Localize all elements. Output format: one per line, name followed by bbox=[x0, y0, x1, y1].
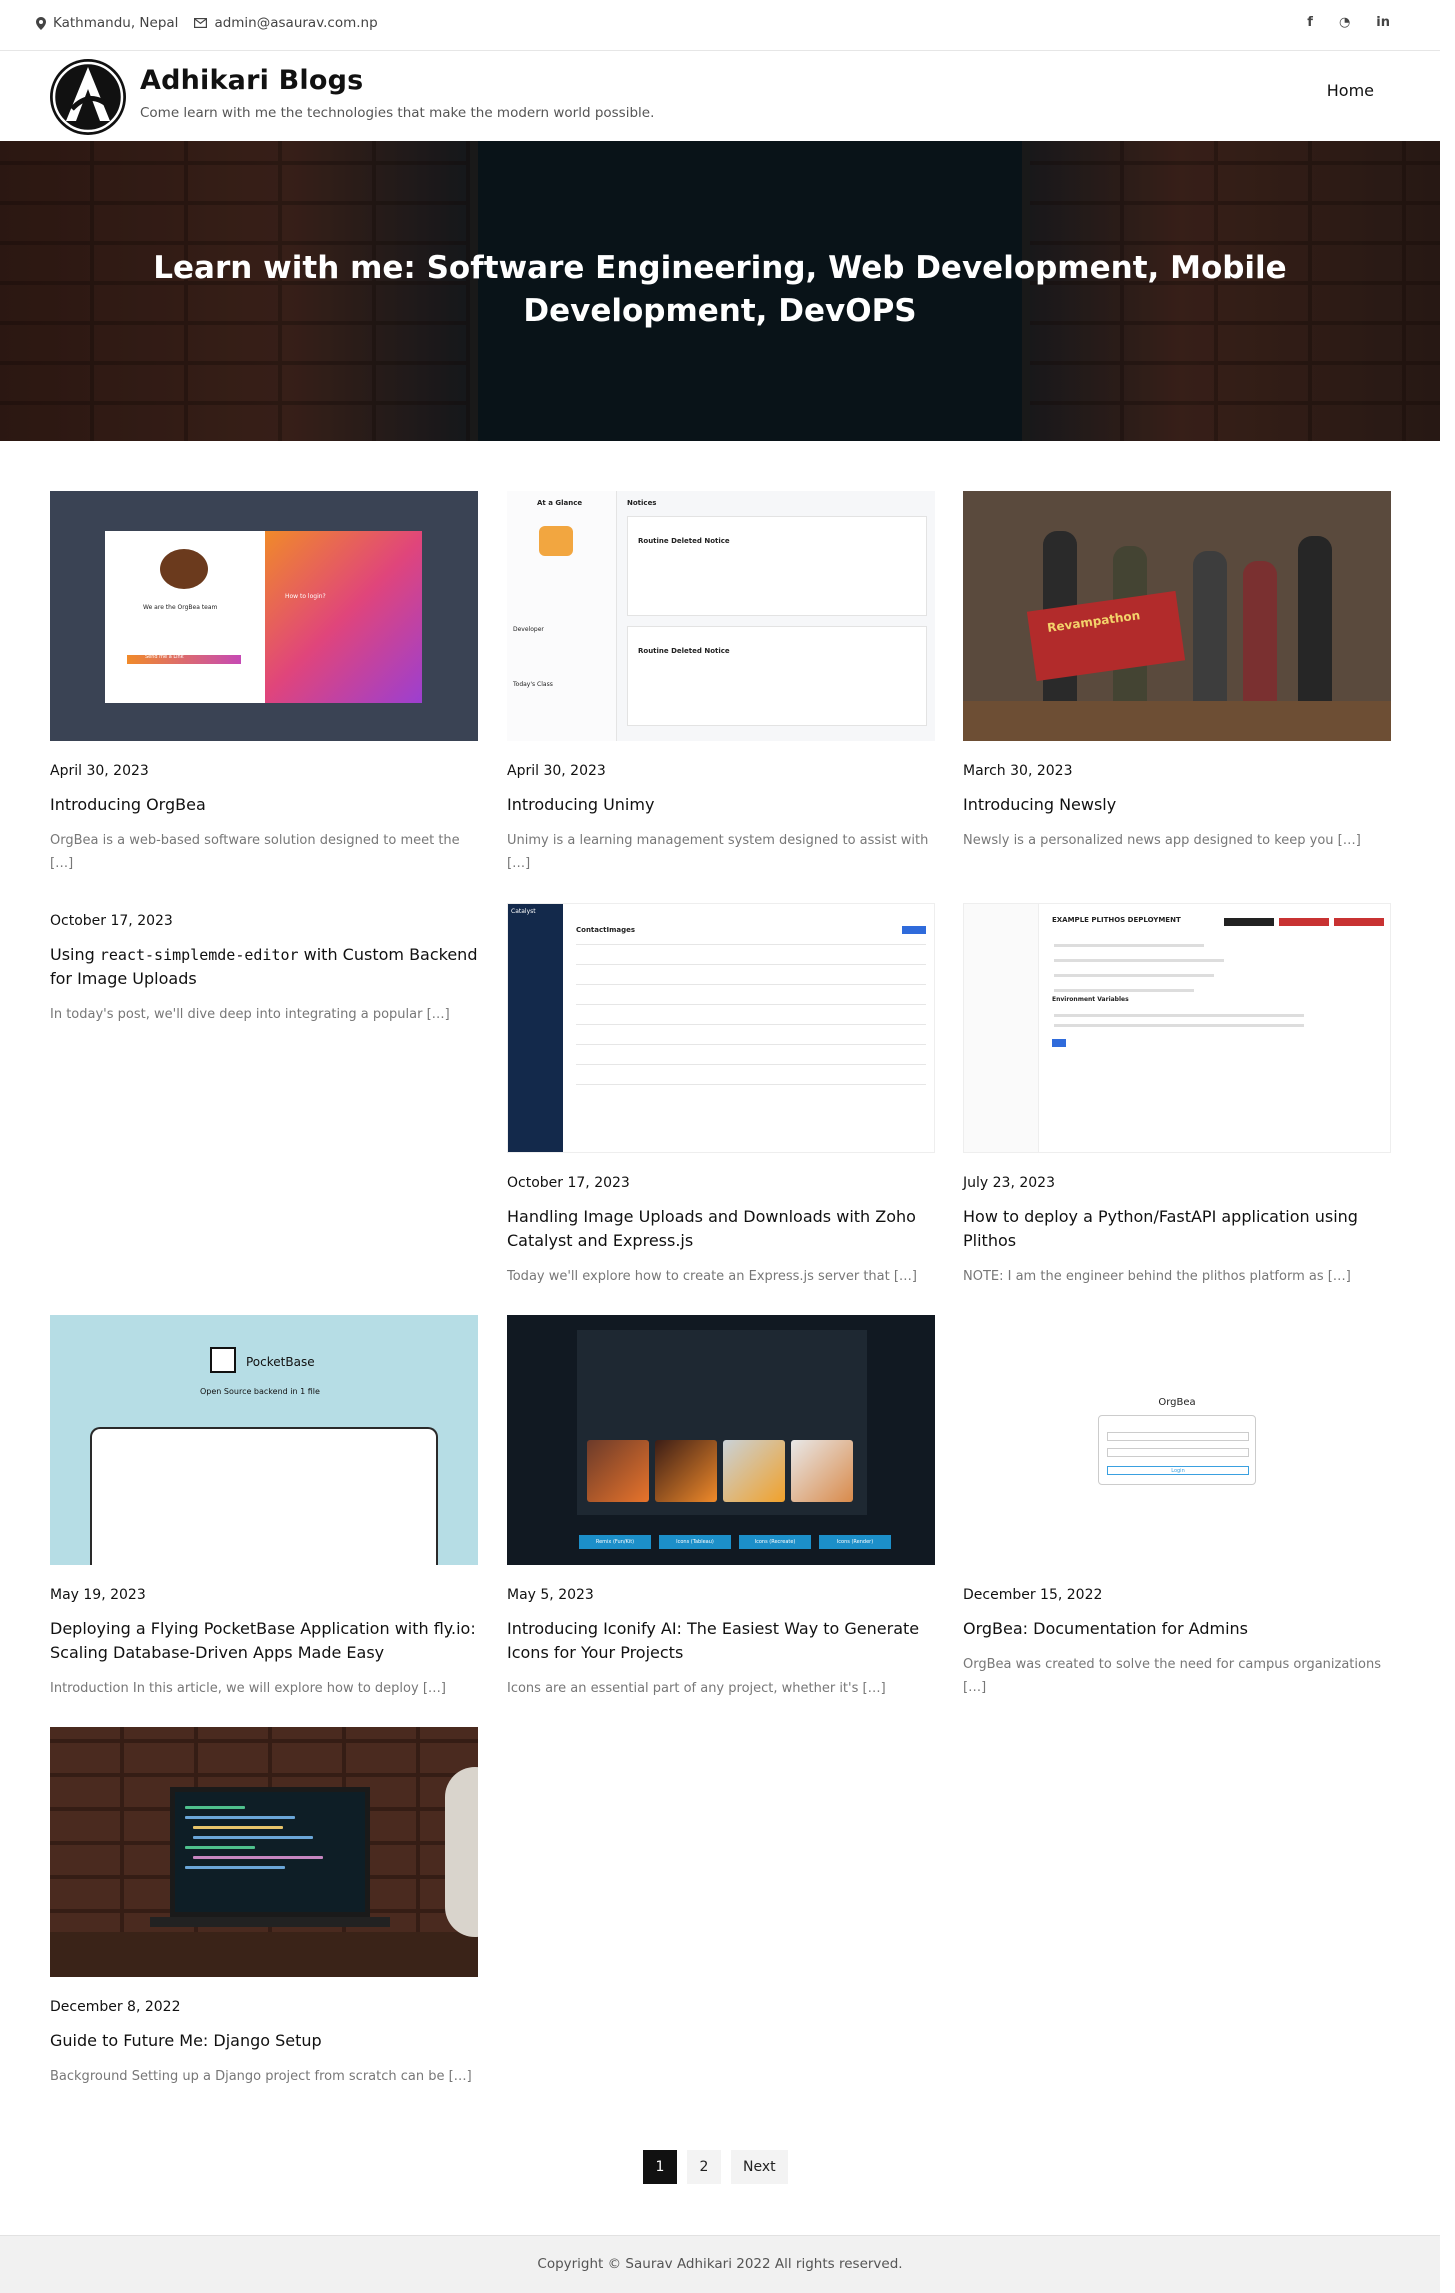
copyright-text: Copyright © Saurav Adhikari 2022 All rig… bbox=[537, 2256, 903, 2272]
site-tagline: Come learn with me the technologies that… bbox=[140, 105, 655, 121]
post-card[interactable]: We are the OrgBea team Send me a Link Ho… bbox=[50, 491, 478, 875]
post-date: December 8, 2022 bbox=[50, 1999, 181, 2015]
robot-avatar-icon bbox=[539, 526, 573, 556]
post-thumbnail[interactable] bbox=[50, 1727, 478, 1977]
post-thumbnail[interactable]: OrgBea Login bbox=[963, 1315, 1391, 1565]
post-thumbnail[interactable]: PocketBase Open Source backend in 1 file bbox=[50, 1315, 478, 1565]
linkedin-icon[interactable]: in bbox=[1376, 15, 1390, 30]
post-card[interactable]: Revampathon March 30, 2023 Introducing N… bbox=[963, 491, 1391, 852]
post-excerpt: OrgBea is a web-based software solution … bbox=[50, 833, 460, 871]
hero-banner: Learn with me: Software Engineering, Web… bbox=[0, 141, 1440, 441]
post-excerpt: Icons are an essential part of any proje… bbox=[507, 1681, 886, 1696]
post-card[interactable]: OrgBea Login December 15, 2022 OrgBea: D… bbox=[963, 1315, 1391, 1699]
post-date: April 30, 2023 bbox=[50, 763, 149, 779]
nav-home-link[interactable]: Home bbox=[1327, 81, 1374, 100]
site-logo[interactable] bbox=[50, 59, 126, 135]
location-text: Kathmandu, Nepal bbox=[53, 15, 179, 31]
contact-info: Kathmandu, Nepal admin@asaurav.com.np bbox=[36, 15, 378, 31]
post-thumbnail[interactable]: Remix (Fun/Kit) Icons (Tableau) Icons (R… bbox=[507, 1315, 935, 1565]
post-title[interactable]: Introducing Newsly bbox=[963, 793, 1391, 817]
site-footer: Copyright © Saurav Adhikari 2022 All rig… bbox=[0, 2235, 1440, 2293]
post-card[interactable]: EXAMPLE PLITHOS DEPLOYMENT Environment V… bbox=[963, 903, 1391, 1288]
location: Kathmandu, Nepal bbox=[36, 15, 178, 31]
envelope-icon bbox=[194, 18, 208, 28]
pagination: 1 2 Next bbox=[643, 2150, 788, 2184]
social-links: f ◔ in bbox=[1307, 15, 1390, 30]
post-card[interactable]: At a Glance Developer Today's Class Noti… bbox=[507, 491, 935, 875]
post-excerpt: Today we'll explore how to create an Exp… bbox=[507, 1269, 918, 1284]
post-title[interactable]: Using react-simplemde-editor with Custom… bbox=[50, 943, 478, 991]
post-thumbnail[interactable]: We are the OrgBea team Send me a Link Ho… bbox=[50, 491, 478, 741]
post-title[interactable]: Handling Image Uploads and Downloads wit… bbox=[507, 1205, 935, 1253]
post-title[interactable]: OrgBea: Documentation for Admins bbox=[963, 1617, 1391, 1641]
email-text[interactable]: admin@asaurav.com.np bbox=[214, 15, 377, 31]
post-excerpt: Unimy is a learning management system de… bbox=[507, 833, 929, 871]
next-page-button[interactable]: Next bbox=[731, 2150, 788, 2184]
post-date: July 23, 2023 bbox=[963, 1175, 1055, 1191]
post-card[interactable]: December 8, 2022 Guide to Future Me: Dja… bbox=[50, 1727, 478, 2088]
top-bar: Kathmandu, Nepal admin@asaurav.com.np f … bbox=[0, 0, 1440, 51]
post-excerpt: NOTE: I am the engineer behind the plith… bbox=[963, 1269, 1351, 1284]
post-date: April 30, 2023 bbox=[507, 763, 606, 779]
post-excerpt: OrgBea was created to solve the need for… bbox=[963, 1657, 1381, 1695]
post-thumbnail[interactable]: Catalyst ContactImages bbox=[507, 903, 935, 1153]
post-thumbnail[interactable]: At a Glance Developer Today's Class Noti… bbox=[507, 491, 935, 741]
post-thumbnail[interactable]: Revampathon bbox=[963, 491, 1391, 741]
site-title[interactable]: Adhikari Blogs bbox=[140, 65, 363, 96]
post-title[interactable]: Introducing Unimy bbox=[507, 793, 935, 817]
github-icon[interactable]: ◔ bbox=[1339, 15, 1350, 30]
hero-title: Learn with me: Software Engineering, Web… bbox=[153, 250, 1287, 329]
post-date: March 30, 2023 bbox=[963, 763, 1073, 779]
post-title[interactable]: Deploying a Flying PocketBase Applicatio… bbox=[50, 1617, 478, 1665]
post-card[interactable]: PocketBase Open Source backend in 1 file… bbox=[50, 1315, 478, 1700]
pocketbase-logo-icon bbox=[210, 1347, 236, 1373]
post-excerpt: Newsly is a personalized news app design… bbox=[963, 833, 1361, 848]
post-date: May 5, 2023 bbox=[507, 1587, 594, 1603]
site-header: Adhikari Blogs Come learn with me the te… bbox=[0, 51, 1440, 141]
post-title[interactable]: Guide to Future Me: Django Setup bbox=[50, 2029, 478, 2053]
post-date: October 17, 2023 bbox=[50, 913, 173, 929]
post-card[interactable]: Catalyst ContactImages October 17, 2023 … bbox=[507, 903, 935, 1288]
post-excerpt: Introduction In this article, we will ex… bbox=[50, 1681, 446, 1696]
post-excerpt: Background Setting up a Django project f… bbox=[50, 2069, 472, 2084]
facebook-icon[interactable]: f bbox=[1307, 15, 1313, 30]
post-card[interactable]: Remix (Fun/Kit) Icons (Tableau) Icons (R… bbox=[507, 1315, 935, 1700]
page-1-button[interactable]: 1 bbox=[643, 2150, 677, 2184]
post-card[interactable]: October 17, 2023 Using react-simplemde-e… bbox=[50, 901, 478, 1026]
post-excerpt: In today's post, we'll dive deep into in… bbox=[50, 1007, 450, 1022]
post-thumbnail[interactable]: EXAMPLE PLITHOS DEPLOYMENT Environment V… bbox=[963, 903, 1391, 1153]
post-title[interactable]: Introducing OrgBea bbox=[50, 793, 478, 817]
post-date: May 19, 2023 bbox=[50, 1587, 146, 1603]
location-pin-icon bbox=[36, 16, 46, 30]
post-title[interactable]: Introducing Iconify AI: The Easiest Way … bbox=[507, 1617, 935, 1665]
post-title[interactable]: How to deploy a Python/FastAPI applicati… bbox=[963, 1205, 1391, 1253]
post-date: December 15, 2022 bbox=[963, 1587, 1103, 1603]
post-date: October 17, 2023 bbox=[507, 1175, 630, 1191]
email[interactable]: admin@asaurav.com.np bbox=[194, 15, 378, 31]
coffee-bean-icon bbox=[160, 549, 208, 589]
page-2-button[interactable]: 2 bbox=[687, 2150, 721, 2184]
